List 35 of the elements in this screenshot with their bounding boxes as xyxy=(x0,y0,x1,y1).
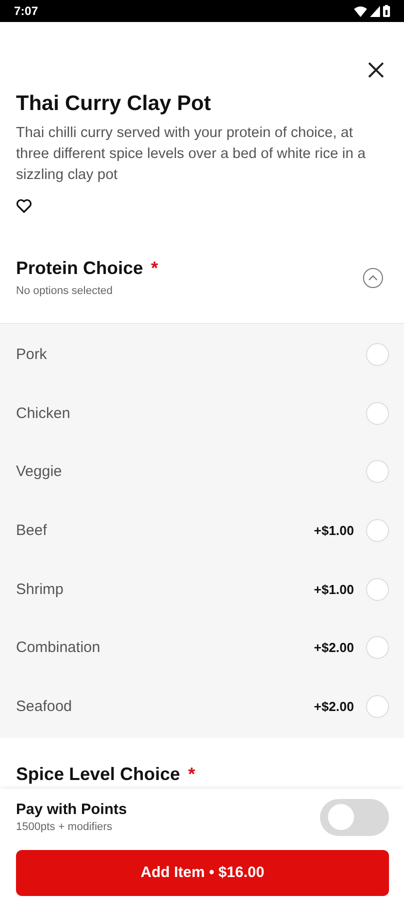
section-title: Spice Level Choice xyxy=(16,764,180,785)
points-subtitle: 1500pts + modifiers xyxy=(16,821,114,834)
add-item-button[interactable]: Add Item • $16.00 xyxy=(16,850,389,896)
heart-icon[interactable] xyxy=(16,198,32,214)
collapse-button[interactable] xyxy=(362,266,384,288)
points-toggle[interactable] xyxy=(320,798,389,836)
option-price: +$1.00 xyxy=(314,582,354,597)
option-label: Combination xyxy=(16,639,102,656)
status-time: 7:07 xyxy=(14,4,38,18)
points-title: Pay with Points xyxy=(16,801,127,818)
option-radio[interactable] xyxy=(366,460,389,484)
option-radio[interactable] xyxy=(366,518,389,542)
option-radio[interactable] xyxy=(366,342,389,366)
option-label: Veggie xyxy=(16,463,63,480)
option-price: +$1.00 xyxy=(314,522,354,538)
option-radio[interactable] xyxy=(366,694,389,718)
section-status: No options selected xyxy=(16,285,114,297)
option-price: +$2.00 xyxy=(314,698,354,714)
option-radio[interactable] xyxy=(366,402,389,425)
wifi-icon xyxy=(354,6,367,16)
option-price: +$2.00 xyxy=(314,640,354,656)
item-title: Thai Curry Clay Pot xyxy=(16,92,212,116)
option-label: Shrimp xyxy=(16,580,65,598)
section-title: Protein Choice xyxy=(16,258,144,279)
item-description: Thai chilli curry served with your protein of choice, at three different spice levels over a bed of white rice in a sizzling clay pot xyxy=(16,124,367,185)
battery-icon xyxy=(383,5,390,17)
option-label: Chicken xyxy=(16,404,72,422)
required-mark: * xyxy=(151,258,158,279)
signal-icon xyxy=(370,6,380,16)
option-label: Beef xyxy=(16,522,48,539)
option-radio[interactable] xyxy=(366,578,389,601)
required-mark: * xyxy=(188,764,196,785)
option-label: Seafood xyxy=(16,698,73,715)
option-radio[interactable] xyxy=(366,636,389,660)
option-label: Pork xyxy=(16,346,48,363)
